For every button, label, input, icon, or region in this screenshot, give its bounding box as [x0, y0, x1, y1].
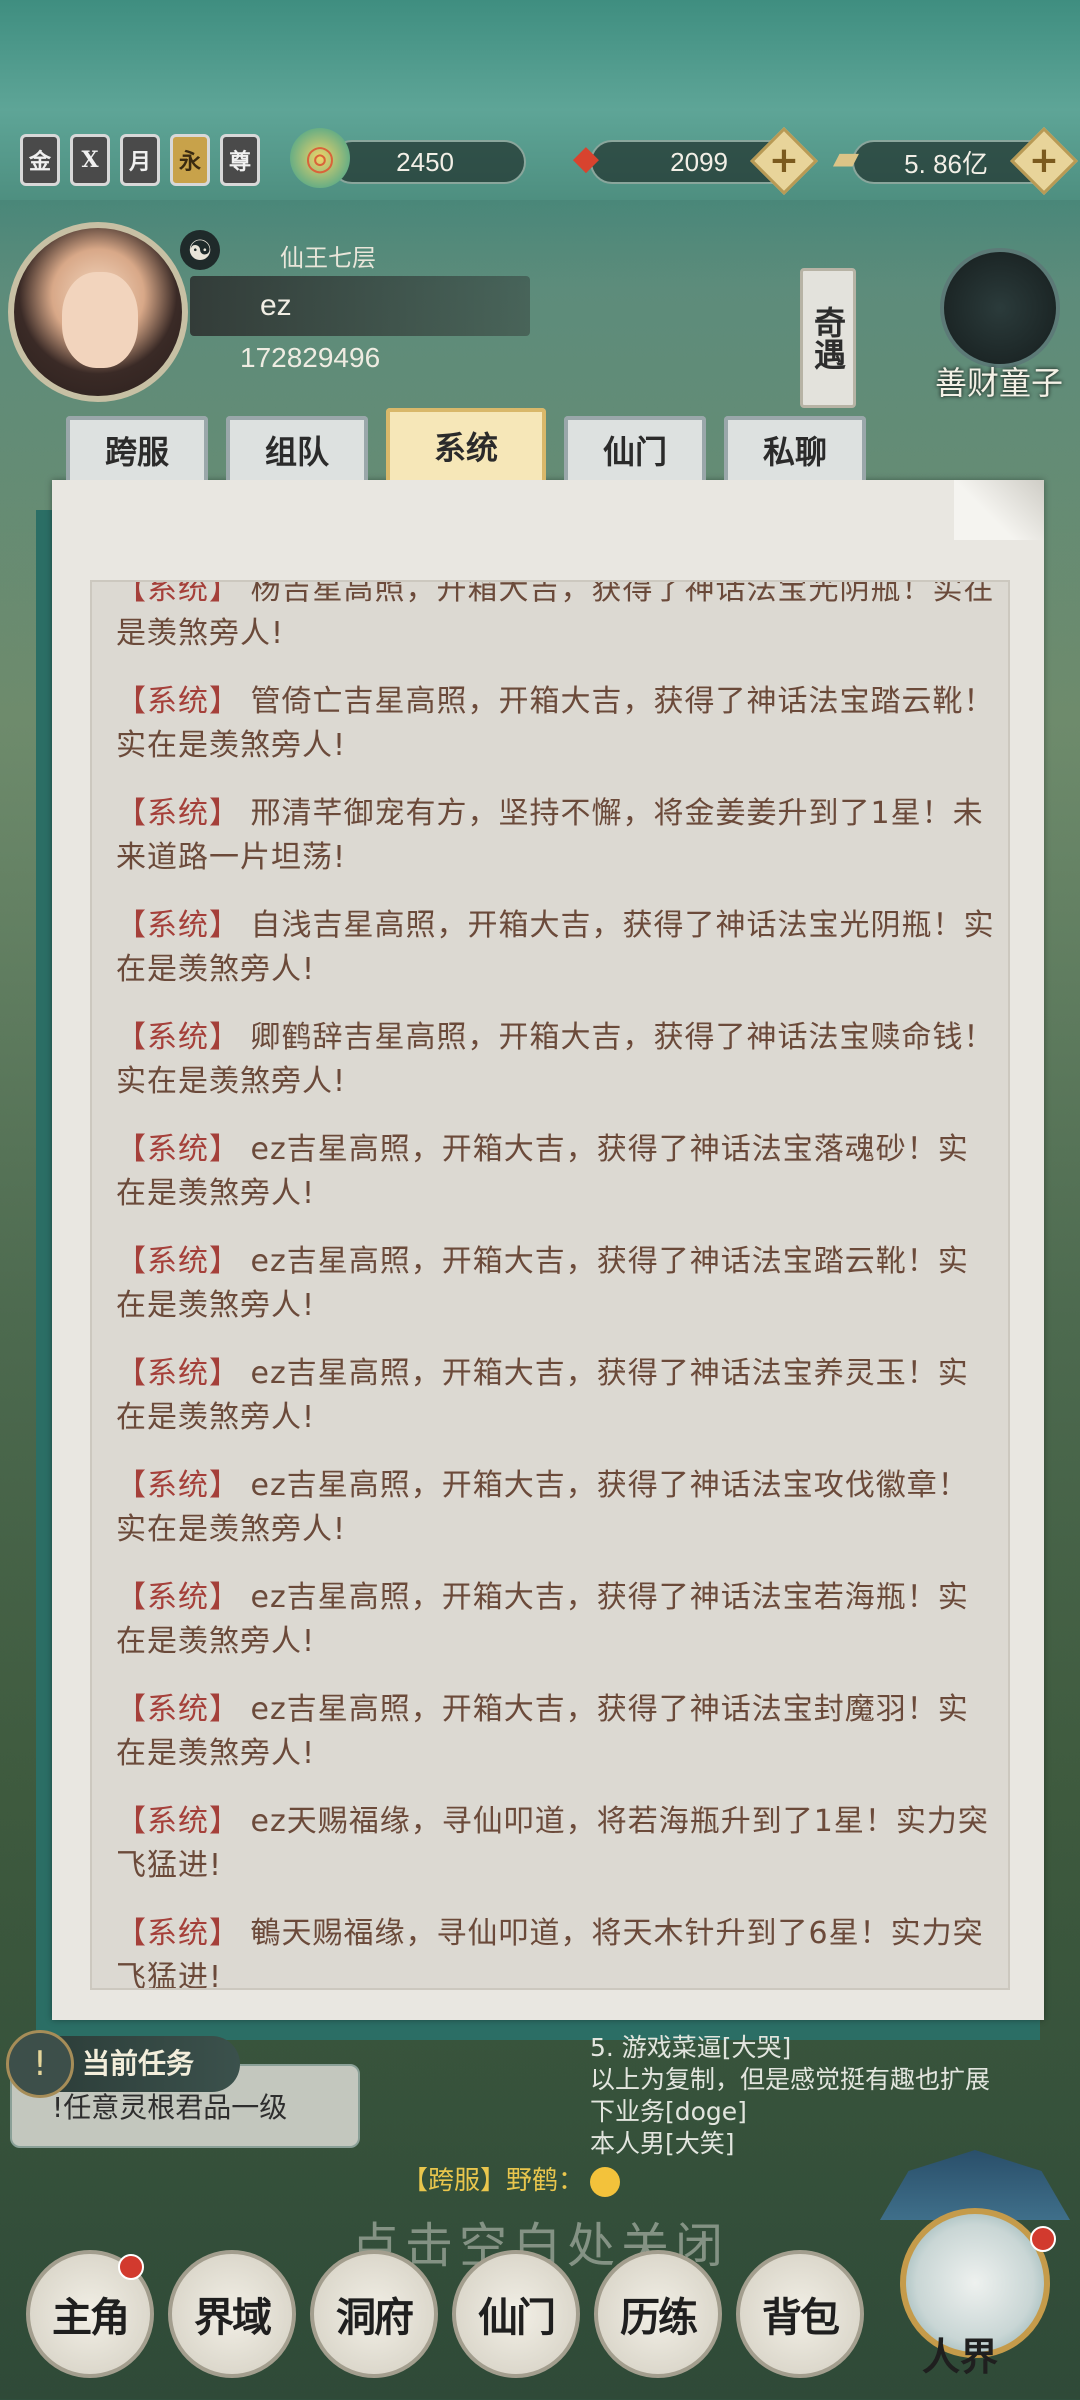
tab-private[interactable]: 私聊 — [724, 416, 866, 480]
system-message: 【系统】 ez天赐福缘，寻仙叩道，将若海瓶升到了1星！实力突飞猛进! — [116, 1800, 996, 1888]
message-text: 邢清芊御宠有方，坚持不懈，将金姜姜升到了1星！未来道路一片坦荡! — [116, 796, 984, 875]
chat-preview-line: 以上为复制，但是感觉挺有趣也扩展 — [590, 2065, 991, 2094]
message-channel-tag: 【系统】 — [116, 580, 240, 607]
realm-button-label: 人界 — [922, 2334, 999, 2379]
message-list: 【系统】 杨吉星高照，开箱大吉，获得了神话法宝光阴瓶！实在是羡煞旁人! 【系统】 … — [116, 580, 996, 1990]
message-text: 卿鹤辞吉星高照，开箱大吉，获得了神话法宝赎命钱！实在是羡煞旁人! — [116, 1020, 995, 1099]
system-message: 【系统】 ez吉星高照，开箱大吉，获得了神话法宝踏云靴！实在是羡煞旁人! — [116, 1240, 996, 1328]
status-icon-cross[interactable]: X — [70, 134, 110, 186]
notification-dot — [1030, 2226, 1056, 2252]
system-message: 【系统】 ez吉星高照，开箱大吉，获得了神话法宝封魔羽！实在是羡煞旁人! — [116, 1688, 996, 1776]
player-name: ez — [190, 276, 530, 336]
silver-amount: 5. 86亿 — [904, 148, 988, 179]
system-message: 【系统】 邢清芊御宠有方，坚持不懈，将金姜姜升到了1星！未来道路一片坦荡! — [116, 792, 996, 880]
message-text: ez吉星高照，开箱大吉，获得了神话法宝攻伐徽章！实在是羡煞旁人! — [116, 1468, 969, 1547]
notification-dot — [118, 2254, 144, 2280]
message-text: 管倚亡吉星高照，开箱大吉，获得了神话法宝踏云靴！实在是羡煞旁人! — [116, 684, 995, 763]
tab-system[interactable]: 系统 — [386, 408, 546, 480]
red-crystal-icon: ◆ — [572, 138, 600, 178]
tab-team[interactable]: 组队 — [226, 416, 368, 480]
chat-latest[interactable]: 【跨服】野鹤： — [402, 2160, 621, 2197]
system-message: 【系统】 管倚亡吉星高照，开箱大吉，获得了神话法宝踏云靴！实在是羡煞旁人! — [116, 680, 996, 768]
nav-label: 历练 — [620, 2294, 698, 2341]
nav-protagonist[interactable]: 主角 — [26, 2250, 154, 2378]
realm-label: 仙王七层 — [280, 244, 376, 272]
spiral-jade-icon: ◎ — [290, 128, 350, 188]
adventure-button[interactable]: 奇遇 — [800, 268, 856, 408]
system-message: 【系统】 ez吉星高照，开箱大吉，获得了神话法宝落魂砂！实在是羡煞旁人! — [116, 1128, 996, 1216]
message-channel-tag: 【系统】 — [116, 1356, 240, 1391]
message-channel-tag: 【系统】 — [116, 796, 240, 831]
realm-button[interactable]: 人界 — [880, 2150, 1070, 2390]
status-icon-vip[interactable]: 尊 — [220, 134, 260, 186]
message-text: ez天赐福缘，寻仙叩道，将若海瓶升到了1星！实力突飞猛进! — [116, 1804, 989, 1883]
message-channel-tag: 【系统】 — [116, 1692, 240, 1727]
taiji-icon: ☯ — [180, 230, 220, 270]
system-message: 【系统】 ez吉星高照，开箱大吉，获得了神话法宝攻伐徽章！实在是羡煞旁人! — [116, 1464, 996, 1552]
tab-sect[interactable]: 仙门 — [564, 416, 706, 480]
message-text: 鵪天赐福缘，寻仙叩道，将天木针升到了6星！实力突飞猛进! — [116, 1916, 984, 1990]
chat-preview-line: 下业务[doge] — [590, 2097, 747, 2126]
system-message: 【系统】 ez吉星高照，开箱大吉，获得了神话法宝若海瓶！实在是羡煞旁人! — [116, 1576, 996, 1664]
system-message: 【系统】 鵪天赐福缘，寻仙叩道，将天木针升到了6星！实力突飞猛进! — [116, 1912, 996, 1990]
nav-label: 仙门 — [478, 2294, 556, 2341]
nav-training[interactable]: 历练 — [594, 2250, 722, 2378]
smile-emoji-icon — [590, 2166, 621, 2197]
system-message: 【系统】 卿鹤辞吉星高照，开箱大吉，获得了神话法宝赎命钱！实在是羡煞旁人! — [116, 1016, 996, 1104]
nav-label: 洞府 — [336, 2294, 414, 2341]
message-text: ez吉星高照，开箱大吉，获得了神话法宝封魔羽！实在是羡煞旁人! — [116, 1692, 969, 1771]
avatar[interactable] — [8, 222, 188, 402]
chat-preview[interactable]: 5. 游戏菜逼[大哭] 以上为复制，但是感觉挺有趣也扩展 下业务[doge] 本… — [590, 2032, 1080, 2160]
tab-cross-server[interactable]: 跨服 — [66, 416, 208, 480]
jade-currency: 2450 — [330, 140, 526, 184]
chat-panel: 【系统】 杨吉星高照，开箱大吉，获得了神话法宝光阴瓶！实在是羡煞旁人! 【系统】 … — [52, 480, 1044, 2020]
chat-speaker: 野鹤： — [506, 2166, 585, 2196]
message-channel-tag: 【系统】 — [116, 908, 240, 943]
nav-bag[interactable]: 背包 — [736, 2250, 864, 2378]
nav-label: 背包 — [762, 2294, 840, 2341]
message-text: 杨吉星高照，开箱大吉，获得了神话法宝光阴瓶！实在是羡煞旁人! — [116, 580, 995, 651]
message-text: ez吉星高照，开箱大吉，获得了神话法宝若海瓶！实在是羡煞旁人! — [116, 1580, 969, 1659]
message-channel-tag: 【系统】 — [116, 1468, 240, 1503]
nav-cave[interactable]: 洞府 — [310, 2250, 438, 2378]
chat-tabs: 跨服 组队 系统 仙门 私聊 — [66, 408, 866, 480]
nav-label: 主角 — [52, 2294, 130, 2341]
chat-channel: 【跨服】 — [402, 2166, 507, 2196]
caishen-label: 善财童子 — [935, 364, 1064, 402]
message-area[interactable]: 【系统】 杨吉星高照，开箱大吉，获得了神话法宝光阴瓶！实在是羡煞旁人! 【系统】 … — [90, 580, 1010, 1990]
message-text: 自浅吉星高照，开箱大吉，获得了神话法宝光阴瓶！实在是羡煞旁人! — [116, 908, 995, 987]
message-channel-tag: 【系统】 — [116, 1020, 240, 1055]
status-icon-forever[interactable]: 永 — [170, 134, 210, 186]
nav-label: 界域 — [194, 2294, 272, 2341]
chat-preview-line: 5. 游戏菜逼[大哭] — [590, 2033, 792, 2062]
task-icon: ! — [6, 2030, 74, 2098]
message-channel-tag: 【系统】 — [116, 1916, 240, 1951]
player-uid: 172829496 — [240, 342, 381, 373]
jade-amount: 2450 — [396, 146, 454, 177]
message-text: ez吉星高照，开箱大吉，获得了神话法宝落魂砂！实在是羡煞旁人! — [116, 1132, 969, 1211]
page-curl — [954, 480, 1044, 540]
message-channel-tag: 【系统】 — [116, 1132, 240, 1167]
message-text: ez吉星高照，开箱大吉，获得了神话法宝养灵玉！实在是羡煞旁人! — [116, 1356, 969, 1435]
status-icons: 金 X 月 永 尊 — [20, 134, 260, 186]
message-channel-tag: 【系统】 — [116, 1244, 240, 1279]
status-icon-month[interactable]: 月 — [120, 134, 160, 186]
caishen-icon[interactable] — [940, 248, 1060, 368]
message-text: ez吉星高照，开箱大吉，获得了神话法宝踏云靴！实在是羡煞旁人! — [116, 1244, 969, 1323]
message-channel-tag: 【系统】 — [116, 1804, 240, 1839]
nav-realm[interactable]: 界域 — [168, 2250, 296, 2378]
system-message: 【系统】 ez吉星高照，开箱大吉，获得了神话法宝养灵玉！实在是羡煞旁人! — [116, 1352, 996, 1440]
system-message: 【系统】 杨吉星高照，开箱大吉，获得了神话法宝光阴瓶！实在是羡煞旁人! — [116, 580, 996, 656]
crystal-amount: 2099 — [670, 146, 728, 177]
silver-ingot-icon: ▰ — [832, 138, 860, 178]
system-message: 【系统】 自浅吉星高照，开箱大吉，获得了神话法宝光阴瓶！实在是羡煞旁人! — [116, 904, 996, 992]
nav-sect[interactable]: 仙门 — [452, 2250, 580, 2378]
message-channel-tag: 【系统】 — [116, 684, 240, 719]
status-icon-gold[interactable]: 金 — [20, 134, 60, 186]
message-channel-tag: 【系统】 — [116, 1580, 240, 1615]
